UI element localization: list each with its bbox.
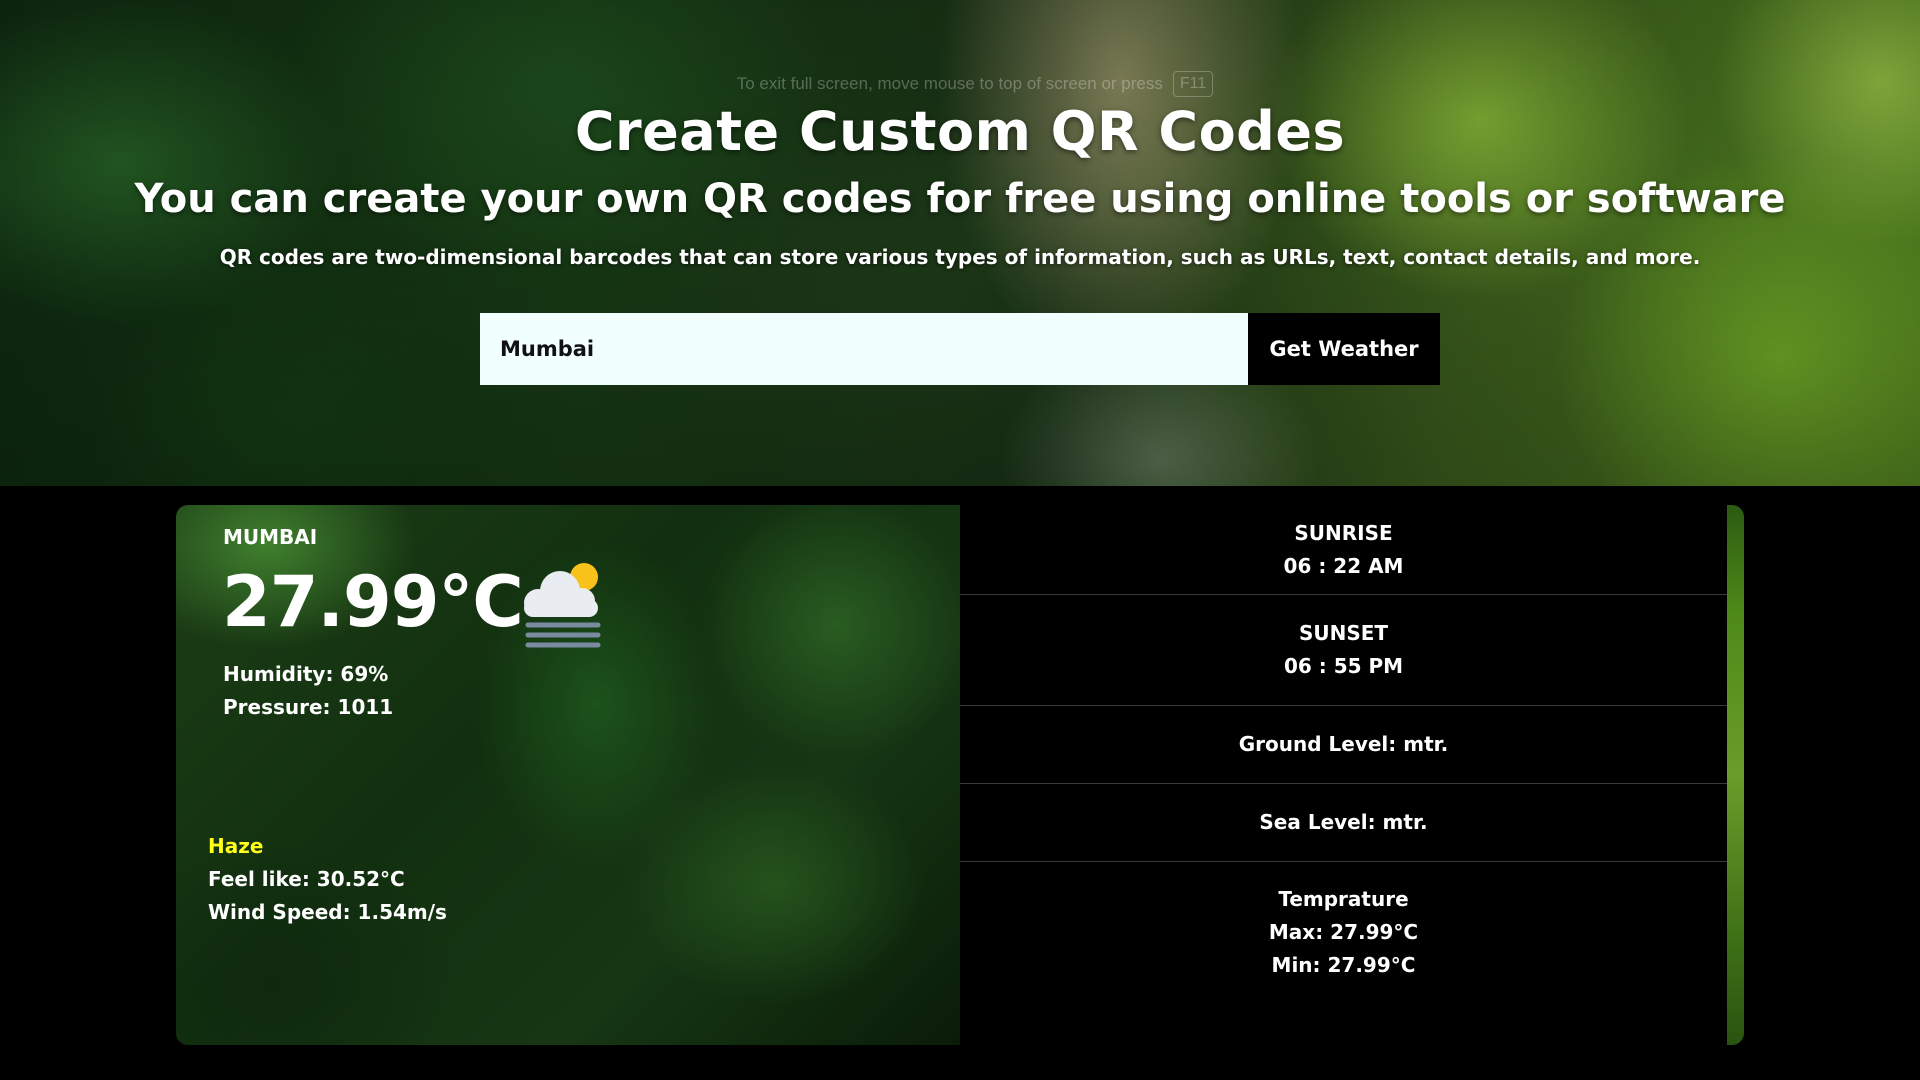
haze-cloud-sun-icon xyxy=(524,563,601,648)
sunrise-label: SUNRISE xyxy=(1294,520,1393,545)
conditions-block: Haze Feel like: 30.52°C Wind Speed: 1.54… xyxy=(208,830,447,929)
sunset-time: 06 : 55 PM xyxy=(1283,654,1404,678)
sunrise-row: SUNRISE 06 : 22 AM xyxy=(960,505,1727,595)
get-weather-button[interactable]: Get Weather xyxy=(1248,313,1440,385)
fullscreen-key: F11 xyxy=(1172,71,1214,97)
page-subtitle: You can create your own QR codes for fre… xyxy=(134,176,1786,222)
city-name: MUMBAI xyxy=(223,525,318,549)
temperature-max: Max: 27.99°C xyxy=(1268,919,1419,944)
humidity-value: Humidity: 69% xyxy=(223,662,389,686)
page-title: Create Custom QR Codes xyxy=(574,100,1346,163)
feels-like-value: Feel like: 30.52°C xyxy=(208,867,405,891)
current-weather-panel: MUMBAI 27.99°C Humidity: 69% Pressure: 1… xyxy=(176,505,960,1045)
sunset-label: SUNSET xyxy=(1298,621,1389,645)
temperature-min: Min: 27.99°C xyxy=(1271,952,1416,977)
page-description: QR codes are two-dimensional barcodes th… xyxy=(219,245,1701,269)
sunset-row: SUNSET 06 : 55 PM xyxy=(960,595,1727,706)
weather-card: MUMBAI 27.99°C Humidity: 69% Pressure: 1… xyxy=(176,505,1744,1045)
condition-label: Haze xyxy=(208,834,264,858)
current-temperature: 27.99°C xyxy=(222,561,524,643)
pressure-value: Pressure: 1011 xyxy=(223,695,394,719)
wind-speed-value: Wind Speed: 1.54m/s xyxy=(208,900,447,924)
city-search-input[interactable] xyxy=(480,313,1248,385)
sunrise-time: 06 : 22 AM xyxy=(1283,553,1404,578)
card-edge-decoration xyxy=(1727,505,1744,1045)
sea-level-row: Sea Level: mtr. xyxy=(960,784,1727,862)
fullscreen-hint-text: To exit full screen, move mouse to top o… xyxy=(736,74,1163,93)
ground-level-row: Ground Level: mtr. xyxy=(960,706,1727,784)
temperature-range-row: Temprature Max: 27.99°C Min: 27.99°C xyxy=(960,862,1727,1002)
weather-details-panel: SUNRISE 06 : 22 AM SUNSET 06 : 55 PM Gro… xyxy=(960,505,1727,1045)
hero-banner: To exit full screen, move mouse to top o… xyxy=(0,0,1920,486)
temperature-label: Temprature xyxy=(1278,886,1409,911)
sea-level-value: Sea Level: mtr. xyxy=(1259,810,1428,834)
ground-level-value: Ground Level: mtr. xyxy=(1238,732,1449,756)
